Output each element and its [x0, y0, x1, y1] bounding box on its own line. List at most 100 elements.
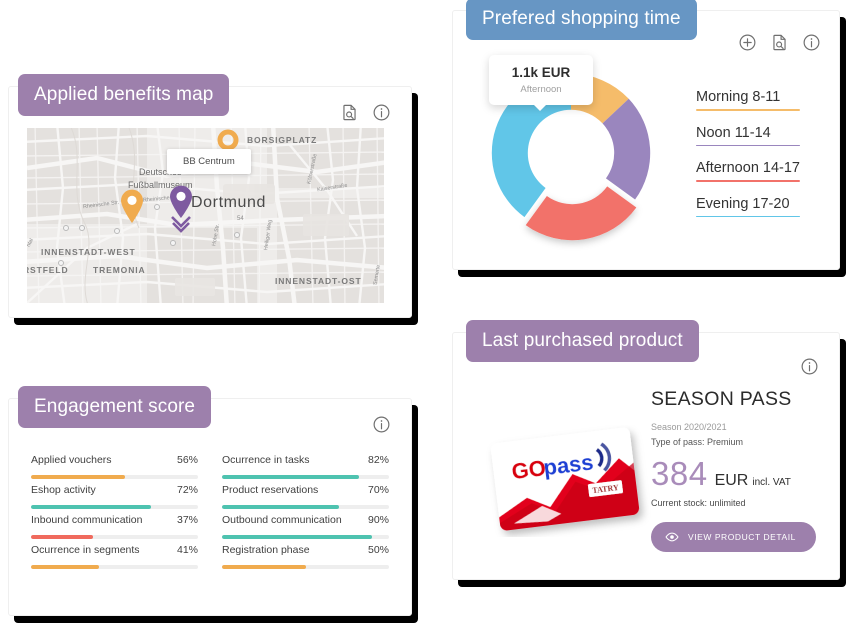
- view-product-detail-button[interactable]: VIEW PRODUCT DETAIL: [651, 522, 816, 552]
- product-price-row: 384 EUR incl. VAT: [651, 457, 825, 490]
- metric-value: 41%: [176, 544, 198, 556]
- view-product-detail-label: VIEW PRODUCT DETAIL: [688, 532, 796, 542]
- engagement-card-title: Engagement score: [18, 386, 212, 428]
- metric-progress-track: [222, 475, 389, 479]
- metric-progress-fill: [31, 505, 152, 509]
- metric-eshop-activity: Eshop activity 72%: [31, 484, 198, 514]
- legend-rule: [696, 109, 800, 111]
- legend-rule: [696, 144, 800, 147]
- donut-segment-afternoon[interactable]: [525, 186, 637, 241]
- map-city-label: Dortmund: [191, 194, 267, 211]
- info-icon[interactable]: [372, 103, 391, 122]
- product-pass-type: Type of pass: Premium: [651, 437, 744, 447]
- metric-progress-fill: [31, 565, 100, 569]
- map-poi-dot-6: [58, 260, 64, 266]
- metric-progress-track: [31, 565, 198, 569]
- shopping-card-title: Prefered shopping time: [466, 0, 697, 40]
- legend-label: Noon 11-14: [696, 124, 771, 141]
- metric-value: 50%: [367, 544, 389, 556]
- pin-orange-left[interactable]: [119, 188, 145, 224]
- metric-progress-fill: [31, 475, 125, 479]
- metric-applied-vouchers: Applied vouchers 56%: [31, 454, 198, 484]
- legend-item-evening[interactable]: Evening 17-20: [696, 196, 800, 218]
- product-stock: Current stock: unlimited: [651, 498, 746, 508]
- donut-tooltip-value: 1.1k EUR: [511, 65, 571, 80]
- legend-item-morning[interactable]: Morning 8-11: [696, 89, 800, 111]
- engagement-card-actions: [372, 415, 391, 434]
- pin-purple-selected[interactable]: [167, 184, 195, 236]
- metric-label: Eshop activity: [31, 484, 96, 496]
- product-card-actions: [800, 357, 819, 376]
- engagement-score-card: Applied vouchers 56% Ocurrence in tasks …: [8, 386, 412, 616]
- metric-ocurrence-in-tasks: Ocurrence in tasks 82%: [222, 454, 389, 484]
- product-currency: EUR: [714, 472, 749, 489]
- metric-progress-fill: [222, 505, 339, 509]
- map-card-actions: [340, 103, 391, 122]
- product-name: SEASON PASS: [651, 388, 792, 410]
- metric-progress-fill: [222, 475, 359, 479]
- map-district-innenstadt-west: INNENSTADT-WEST: [41, 247, 136, 257]
- metric-progress-fill: [31, 535, 93, 539]
- document-search-icon[interactable]: [770, 33, 789, 52]
- donut-tooltip-label: Afternoon: [520, 84, 562, 95]
- legend-label: Evening 17-20: [696, 195, 790, 212]
- map-viewport[interactable]: Dortmund Deutsches Fußballmuseum BORSIGP…: [27, 128, 384, 303]
- document-search-icon[interactable]: [340, 103, 359, 122]
- add-circle-icon[interactable]: [738, 33, 757, 52]
- product-image-gopass-card: TATRY GO pass: [485, 425, 653, 537]
- metric-label: Applied vouchers: [31, 454, 112, 466]
- donut-legend: Morning 8-11 Noon 11-14 Afternoon 14-17 …: [696, 89, 800, 231]
- metric-progress-track: [222, 535, 389, 539]
- info-icon[interactable]: [802, 33, 821, 52]
- product-vat-note: incl. VAT: [752, 477, 791, 488]
- map-card-title: Applied benefits map: [18, 74, 230, 116]
- map-tooltip: BB Centrum: [167, 149, 251, 174]
- info-icon[interactable]: [372, 415, 391, 434]
- engagement-metrics-grid: Applied vouchers 56% Ocurrence in tasks …: [31, 454, 389, 574]
- pin-orange-top[interactable]: [217, 129, 239, 151]
- product-details: SEASON PASS Season 2020/2021 Type of pas…: [651, 388, 825, 552]
- metric-inbound-communication: Inbound communication 37%: [31, 514, 198, 544]
- map-district-innenstadt-ost: INNENSTADT-OST: [275, 276, 362, 286]
- metric-value: 70%: [367, 484, 389, 496]
- legend-item-afternoon[interactable]: Afternoon 14-17: [696, 160, 800, 182]
- map-poi-dot-7: [154, 204, 160, 210]
- metric-value: 72%: [176, 484, 198, 496]
- metric-progress-track: [222, 505, 389, 509]
- product-price: 384: [651, 455, 708, 492]
- legend-item-noon[interactable]: Noon 11-14: [696, 125, 800, 147]
- metric-progress-track: [31, 475, 198, 479]
- dashboard-stage: Dortmund Deutsches Fußballmuseum BORSIGP…: [0, 0, 848, 623]
- metric-label: Registration phase: [222, 544, 310, 556]
- map-poi-dot-4: [170, 240, 176, 246]
- metric-label: Ocurrence in segments: [31, 544, 140, 556]
- product-card-title: Last purchased product: [466, 320, 699, 362]
- eye-icon: [665, 530, 679, 544]
- map-poi-dot-1: [63, 225, 69, 231]
- metric-value: 82%: [367, 454, 389, 466]
- metric-registration-phase: Registration phase 50%: [222, 544, 389, 574]
- metric-product-reservations: Product reservations 70%: [222, 484, 389, 514]
- map-district-borsigplatz: BORSIGPLATZ: [247, 135, 318, 145]
- shopping-card-actions: [738, 33, 821, 52]
- metric-progress-fill: [222, 535, 373, 539]
- metric-label: Product reservations: [222, 484, 319, 496]
- legend-rule: [696, 215, 800, 218]
- applied-benefits-map-card: Dortmund Deutsches Fußballmuseum BORSIGP…: [8, 74, 412, 318]
- last-purchased-product-card: TATRY GO pass SEASON PASS Season 2020/20…: [452, 320, 840, 580]
- product-season: Season 2020/2021: [651, 422, 727, 432]
- metric-progress-track: [31, 505, 198, 509]
- metric-value: 56%: [176, 454, 198, 466]
- legend-rule: [696, 180, 800, 182]
- metric-label: Ocurrence in tasks: [222, 454, 310, 466]
- donut-tooltip: 1.1k EUR Afternoon: [489, 55, 593, 111]
- info-icon[interactable]: [800, 357, 819, 376]
- map-district-tremonia: TREMONIA: [93, 265, 146, 275]
- map-poi-dot-3: [114, 228, 120, 234]
- map-district-rstfeld: RSTFELD: [27, 265, 69, 275]
- metric-progress-fill: [222, 565, 306, 569]
- legend-label: Afternoon 14-17: [696, 160, 800, 177]
- metric-progress-track: [31, 535, 198, 539]
- metric-label: Outbound communication: [222, 514, 342, 526]
- prefered-shopping-time-card: 1.1k EUR Afternoon Morning 8-11 Noon 11-…: [452, 0, 840, 270]
